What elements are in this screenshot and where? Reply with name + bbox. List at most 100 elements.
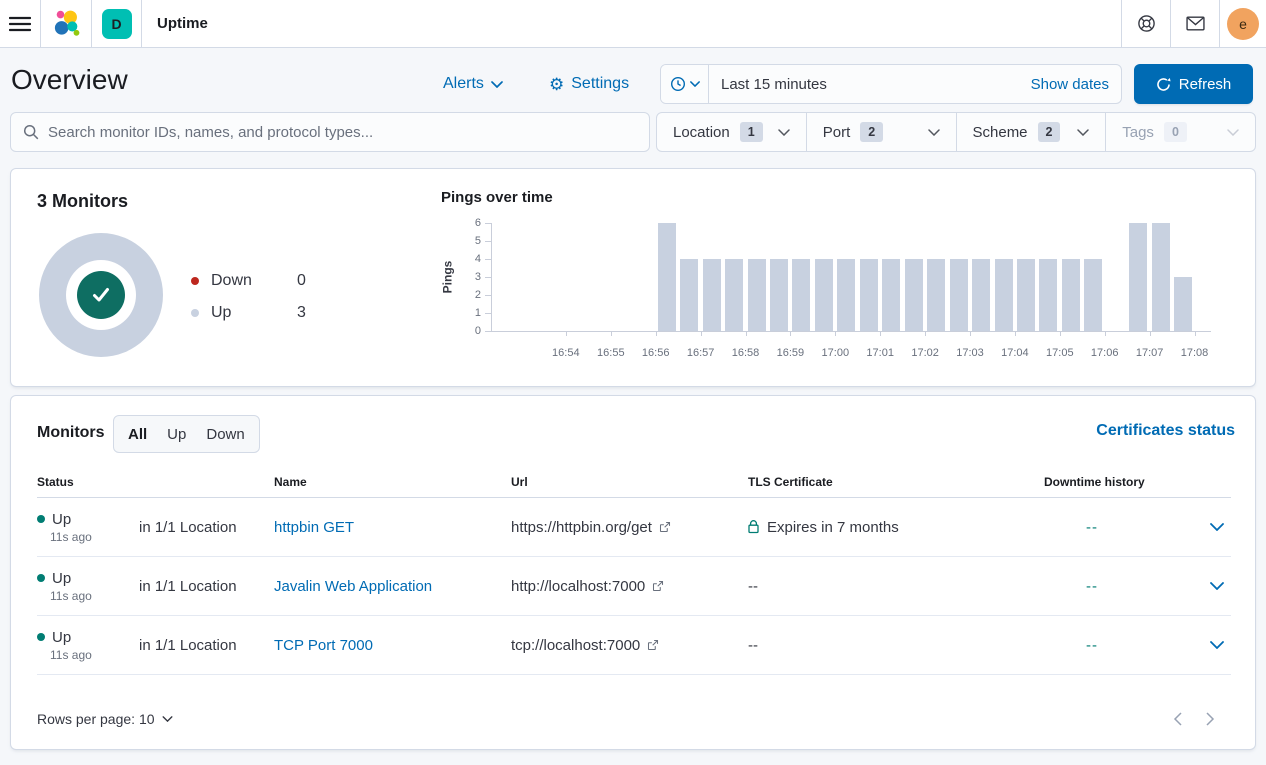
monitor-url: http://localhost:7000: [511, 578, 645, 595]
legend-value: 3: [297, 304, 306, 322]
help-button[interactable]: [1122, 0, 1170, 47]
pings-plot: 012345616:5416:5516:5616:5716:5816:5917:…: [491, 223, 1211, 331]
x-tick-label: 17:08: [1173, 347, 1217, 359]
ping-bar: [725, 259, 743, 331]
next-page-button[interactable]: [1206, 712, 1215, 726]
page-title: Overview: [11, 64, 128, 96]
menu-button[interactable]: [0, 0, 40, 47]
filter-group: Location 1 Port 2 Scheme 2 Tags 0: [656, 112, 1256, 152]
expand-row-button[interactable]: [1210, 523, 1224, 531]
y-tick-label: 5: [457, 235, 481, 247]
tab-up[interactable]: Up: [167, 426, 186, 443]
user-avatar[interactable]: e: [1227, 8, 1259, 40]
external-link-icon[interactable]: [647, 639, 659, 651]
tls-cell: Expires in 7 months: [748, 519, 1044, 536]
ping-bar: [882, 259, 900, 331]
chevron-down-icon: [690, 81, 700, 87]
monitor-url: https://httpbin.org/get: [511, 519, 652, 536]
filter-label: Port: [823, 124, 851, 141]
status-cell: Up 11s ago: [37, 511, 139, 544]
ping-bar: [748, 259, 766, 331]
x-tick-label: 16:57: [679, 347, 723, 359]
envelope-icon: [1186, 16, 1205, 31]
filter-scheme[interactable]: Scheme 2: [957, 113, 1107, 151]
column-header: Downtime history: [1044, 475, 1184, 489]
monitors-title: Monitors: [37, 424, 105, 442]
rows-per-page-button[interactable]: Rows per page: 10: [37, 711, 173, 727]
legend-item-down: Down 0: [191, 265, 306, 297]
monitors-table: StatusNameUrlTLS CertificateDowntime his…: [37, 468, 1231, 675]
x-tick: [656, 331, 657, 336]
downtime-history-cell: --: [1044, 519, 1184, 536]
y-tick: [485, 241, 491, 242]
alerts-dropdown-button[interactable]: Alerts: [443, 72, 503, 96]
ping-bar: [927, 259, 945, 331]
donut-legend: Down 0 Up 3: [191, 265, 306, 329]
ping-bar: [1174, 277, 1192, 331]
last-check-time: 11s ago: [50, 530, 139, 544]
ping-bar: [860, 259, 878, 331]
ping-bar: [1017, 259, 1035, 331]
tab-down[interactable]: Down: [206, 426, 244, 443]
monitor-name-link[interactable]: Javalin Web Application: [274, 578, 432, 595]
tab-all[interactable]: All: [128, 426, 147, 443]
column-header: Status: [37, 475, 274, 489]
x-tick: [746, 331, 747, 336]
chevron-down-icon: [162, 716, 173, 722]
search-input[interactable]: [48, 124, 637, 141]
x-tick: [970, 331, 971, 336]
table-footer: Rows per page: 10: [37, 699, 1229, 739]
chevron-down-icon: [491, 81, 503, 88]
chevron-right-icon: [1206, 712, 1215, 726]
monitor-name-link[interactable]: httpbin GET: [274, 519, 354, 536]
elastic-logo[interactable]: [41, 0, 91, 47]
snapshot-panel: 3 Monitors Down 0 Up 3 Pings over time P…: [10, 168, 1256, 387]
filter-location[interactable]: Location 1: [657, 113, 807, 151]
external-link-icon[interactable]: [652, 580, 664, 592]
time-range-value[interactable]: Last 15 minutes: [709, 65, 1031, 103]
filter-port[interactable]: Port 2: [807, 113, 957, 151]
column-header: Url: [511, 475, 748, 489]
status-up-dot: [37, 633, 45, 641]
search-bar: [10, 112, 650, 152]
legend-dot: [191, 309, 199, 317]
chevron-down-icon: [778, 129, 790, 136]
newsfeed-button[interactable]: [1171, 0, 1219, 47]
tls-cell: --: [748, 578, 1044, 595]
filter-count-badge: 0: [1164, 122, 1187, 142]
chevron-down-icon: [1210, 523, 1224, 531]
quick-select-button[interactable]: [661, 65, 709, 103]
certificates-status-link[interactable]: Certificates status: [1096, 422, 1235, 440]
settings-button[interactable]: ⚙ Settings: [549, 72, 629, 96]
url-cell: http://localhost:7000: [511, 578, 748, 595]
column-header: TLS Certificate: [748, 475, 1044, 489]
status-up-dot: [37, 515, 45, 523]
refresh-button[interactable]: Refresh: [1134, 64, 1253, 104]
ping-bar: [1152, 223, 1170, 331]
chevron-down-icon: [1210, 582, 1224, 590]
expand-row-button[interactable]: [1210, 641, 1224, 649]
filter-tags[interactable]: Tags 0: [1106, 113, 1255, 151]
refresh-icon: [1156, 77, 1171, 92]
monitors-count-title: 3 Monitors: [37, 191, 128, 212]
last-check-time: 11s ago: [50, 648, 139, 662]
x-tick-label: 17:04: [993, 347, 1037, 359]
status-text: Up: [52, 570, 71, 587]
expand-row-button[interactable]: [1210, 582, 1224, 590]
table-row: Up 11s ago in 1/1 Location TCP Port 7000…: [37, 616, 1231, 675]
external-link-icon[interactable]: [659, 521, 671, 533]
status-donut-chart: [39, 233, 163, 357]
space-avatar[interactable]: D: [102, 9, 132, 39]
x-tick: [611, 331, 612, 336]
y-tick-label: 2: [457, 289, 481, 301]
monitor-name-link[interactable]: TCP Port 7000: [274, 637, 373, 654]
ping-bar: [1039, 259, 1057, 331]
show-dates-link[interactable]: Show dates: [1031, 76, 1109, 93]
chevron-down-icon: [1227, 129, 1239, 136]
ping-bar: [770, 259, 788, 331]
legend-label: Up: [211, 304, 285, 322]
prev-page-button[interactable]: [1173, 712, 1182, 726]
ping-bar: [972, 259, 990, 331]
status-text: Up: [52, 629, 71, 646]
settings-label: Settings: [571, 75, 629, 93]
